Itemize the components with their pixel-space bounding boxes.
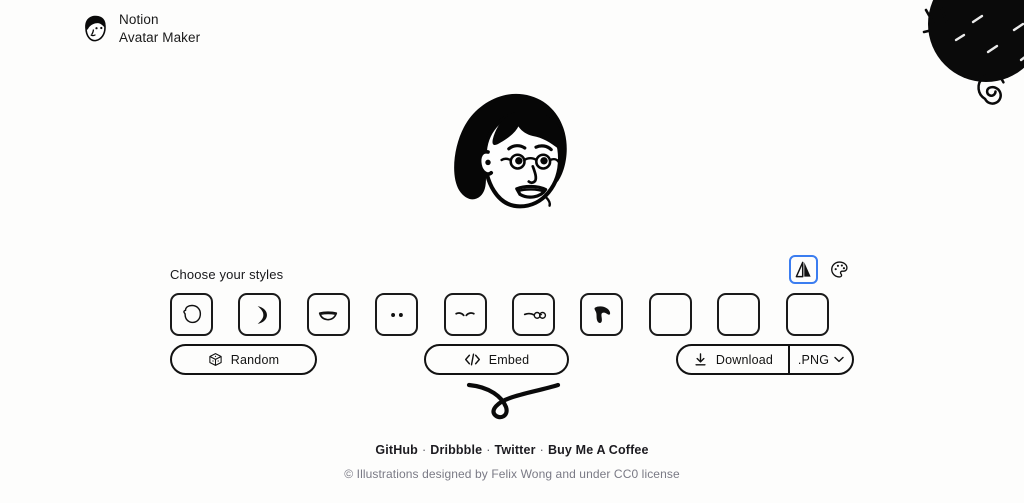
styles-header: Choose your styles: [170, 250, 854, 284]
download-label: Download: [715, 352, 774, 367]
footer-credit: © Illustrations designed by Felix Wong a…: [344, 467, 680, 481]
style-slot: [512, 293, 580, 336]
face-shape-icon: [182, 304, 201, 323]
download-button[interactable]: Download: [678, 346, 790, 373]
style-slot: [785, 293, 854, 336]
flip-icon: [795, 261, 811, 278]
brand-line-2: Avatar Maker: [119, 29, 201, 45]
flip-button[interactable]: [789, 255, 818, 284]
style-slot: [443, 293, 512, 336]
footer-link-dribbble[interactable]: Dribbble: [430, 443, 482, 457]
avatar-illustration: [454, 93, 567, 209]
footer-link-github[interactable]: GitHub: [375, 443, 418, 457]
eyebrows-icon: [455, 311, 475, 316]
style-slot: [648, 293, 717, 336]
download-group: Download .PNG: [676, 344, 854, 375]
footer-separator: ·: [486, 443, 491, 457]
footer-link-buy-me-a-coffee[interactable]: Buy Me A Coffee: [548, 443, 649, 457]
chevron-down-icon: [834, 356, 844, 363]
accessories-icon: [657, 302, 683, 328]
style-button-hair[interactable]: [580, 293, 624, 336]
notion-avatar-face-icon: [85, 15, 106, 42]
styles-title: Choose your styles: [170, 267, 284, 282]
style-slot: [717, 293, 785, 336]
avatar-preview: [0, 72, 1024, 232]
embed-label: Embed: [488, 352, 530, 367]
style-button-face[interactable]: [170, 293, 213, 336]
details-icon: [726, 302, 752, 328]
footer-link-twitter[interactable]: Twitter: [495, 443, 536, 457]
format-value: .PNG: [797, 352, 830, 367]
action-row: Random Embed Download .PNG: [170, 344, 854, 375]
style-button-eyes[interactable]: [375, 293, 419, 336]
view-tools: [789, 255, 854, 284]
dice-icon: [209, 353, 222, 366]
style-grid: [170, 293, 854, 336]
style-slot: [238, 293, 306, 336]
format-select[interactable]: .PNG: [790, 346, 852, 373]
style-slot: [580, 293, 648, 336]
style-button-accessories[interactable]: [648, 293, 692, 336]
hair-icon: [594, 305, 611, 323]
footer-links: GitHub · Dribbble · Twitter · Buy Me A Coffee: [0, 443, 1024, 457]
decorative-ticks-icon: [922, 5, 949, 34]
embed-button[interactable]: Embed: [424, 344, 569, 375]
ear-icon: [257, 305, 267, 324]
brand-line-1: Notion: [119, 12, 159, 27]
style-button-beard[interactable]: [785, 293, 829, 336]
mouth-icon: [319, 310, 338, 320]
style-button-details[interactable]: [717, 293, 761, 336]
style-editor: Choose your styles: [170, 250, 854, 336]
page-root: Notion Avatar Maker Choose your styles R…: [0, 0, 1024, 503]
palette-button[interactable]: [825, 255, 854, 284]
random-button[interactable]: Random: [170, 344, 317, 375]
style-slot: [170, 293, 238, 336]
code-icon: [464, 353, 480, 366]
footer-separator: ·: [539, 443, 544, 457]
style-button-eyebrows[interactable]: [443, 293, 487, 336]
glasses-icon: [523, 311, 546, 319]
beard-icon: [794, 302, 820, 328]
style-slot: [375, 293, 443, 336]
style-button-glasses[interactable]: [512, 293, 556, 336]
brand-block[interactable]: Notion Avatar Maker: [80, 11, 200, 47]
footer: GitHub · Dribbble · Twitter · Buy Me A Coffee …: [0, 443, 1024, 481]
footer-separator: ·: [421, 443, 427, 457]
style-button-mouth[interactable]: [306, 293, 350, 336]
eyes-icon: [390, 312, 403, 317]
download-icon: [695, 352, 706, 366]
random-label: Random: [230, 352, 280, 367]
style-slot: [306, 293, 375, 336]
brand-text: Notion Avatar Maker: [119, 11, 200, 47]
decorative-loop-icon: [466, 382, 561, 420]
style-button-ear[interactable]: [238, 293, 282, 336]
palette-icon: [831, 261, 848, 278]
